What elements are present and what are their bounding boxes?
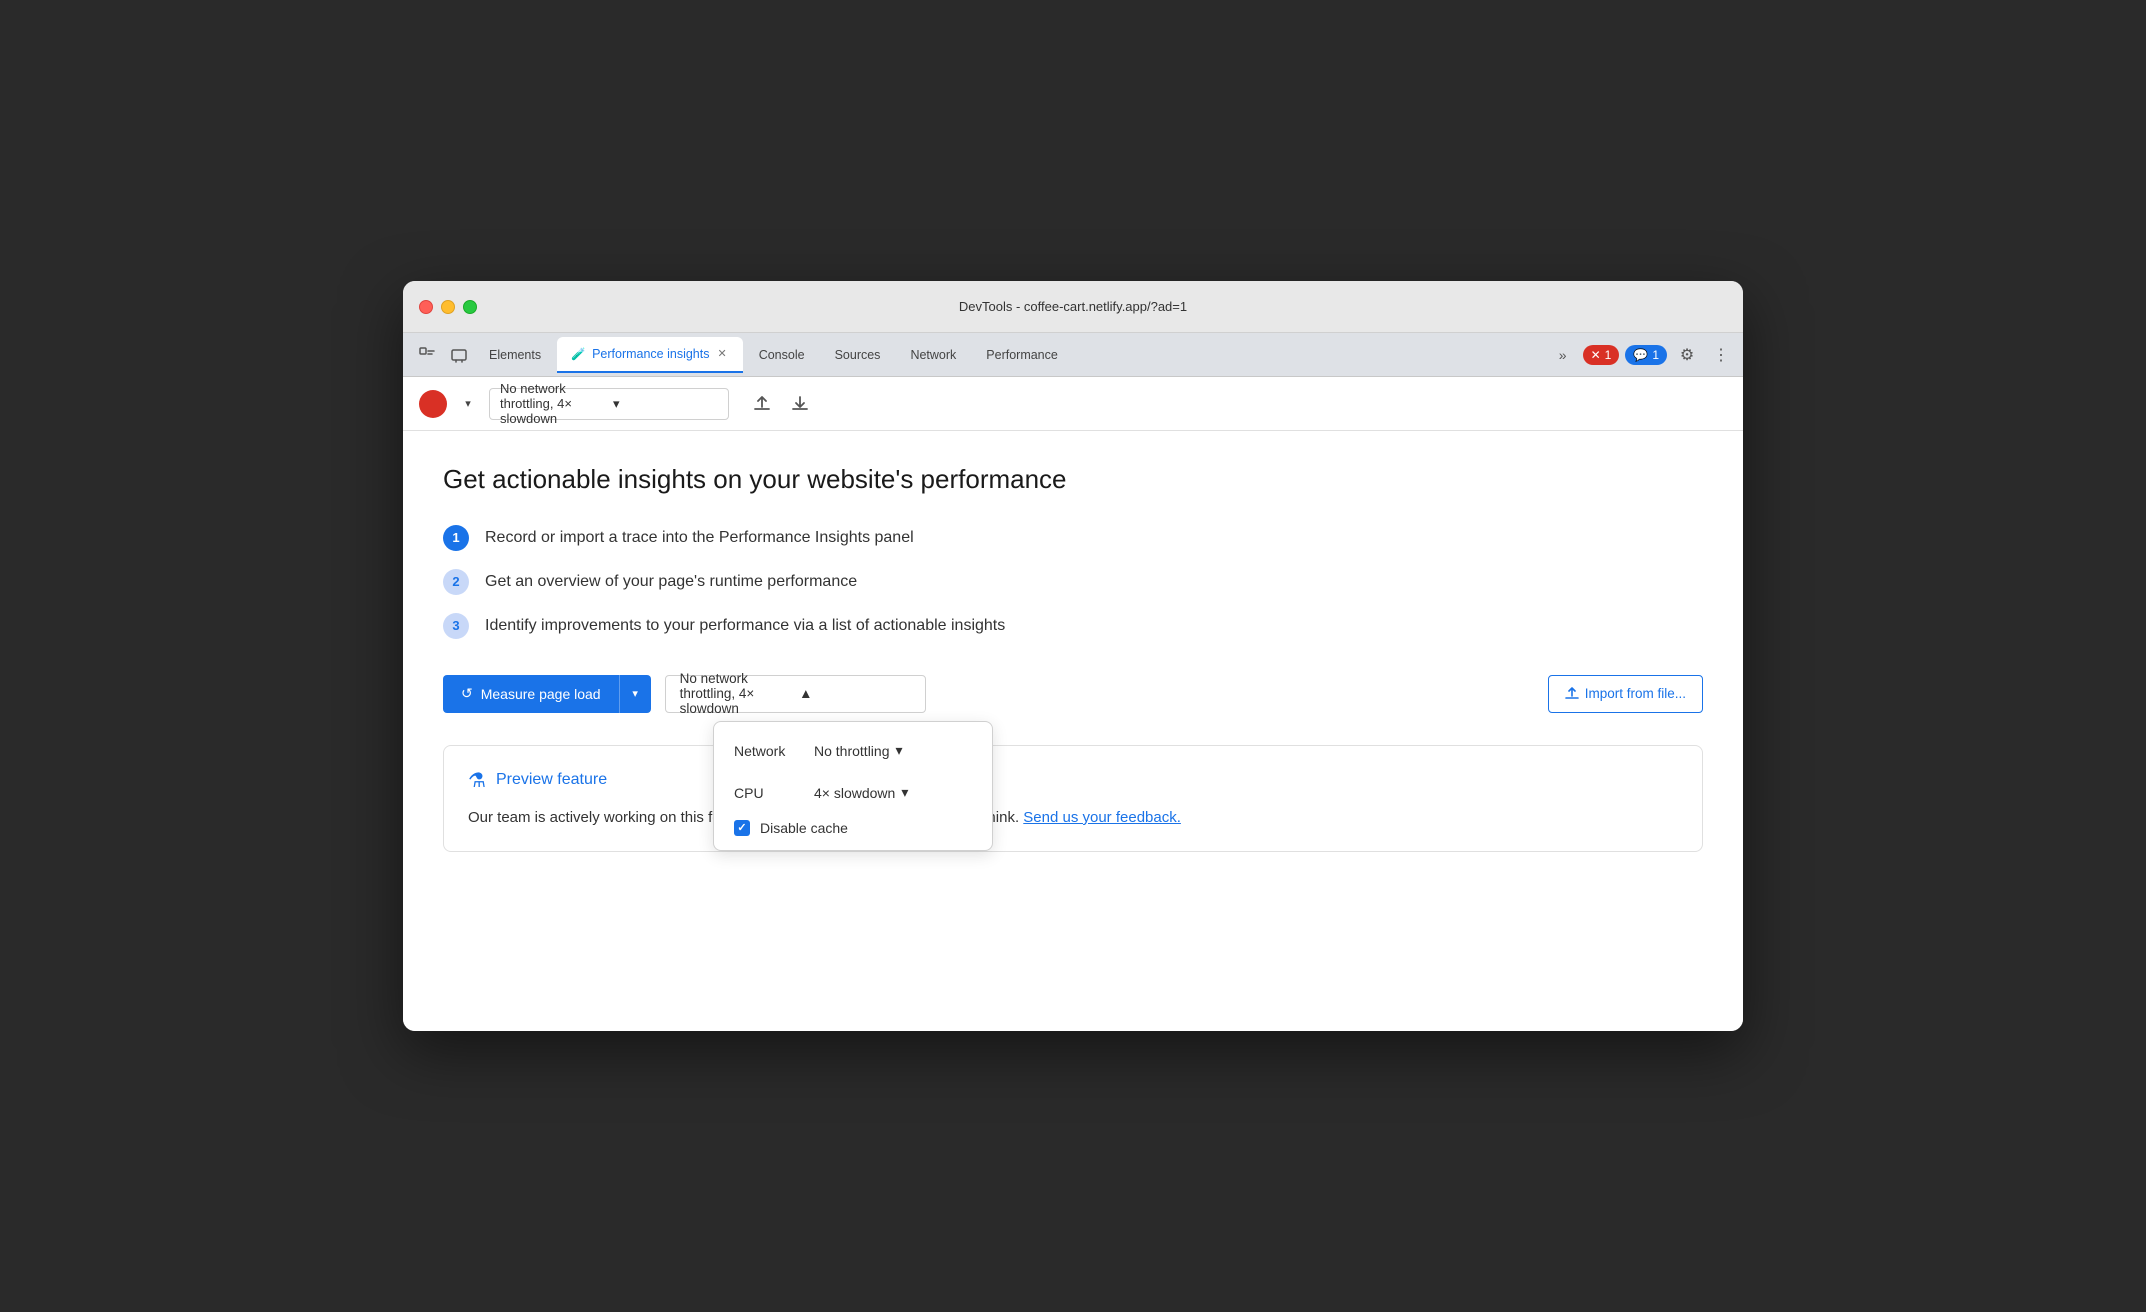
tab-performance[interactable]: Performance <box>972 337 1072 373</box>
tab-network[interactable]: Network <box>896 337 970 373</box>
tab-elements[interactable]: Elements <box>475 337 555 373</box>
tab-close-icon[interactable]: ✕ <box>715 345 728 362</box>
maximize-button[interactable] <box>463 300 477 314</box>
measure-btn-group: ↺ Measure page load ▾ <box>443 675 651 713</box>
more-button[interactable]: ⋮ <box>1707 341 1735 369</box>
tabs-container: Elements 🧪 Performance insights ✕ Consol… <box>475 337 1549 373</box>
popup-network-label: Network <box>734 743 794 759</box>
traffic-lights <box>419 300 477 314</box>
popup-cpu-chevron-icon: ▾ <box>901 784 908 801</box>
disable-cache-label: Disable cache <box>760 820 848 836</box>
step-text-2: Get an overview of your page's runtime p… <box>485 573 857 591</box>
popup-network-row: Network No throttling ▾ <box>734 736 972 766</box>
network-dropdown-chevron-icon: ▲ <box>799 686 911 701</box>
error-badge[interactable]: ✕ 1 <box>1583 345 1620 365</box>
popup-disable-cache-row: Disable cache <box>734 820 972 836</box>
info-count: 1 <box>1652 348 1659 362</box>
step-text-1: Record or import a trace into the Perfor… <box>485 529 914 547</box>
tabbar: Elements 🧪 Performance insights ✕ Consol… <box>403 333 1743 377</box>
beaker-icon: ⚗ <box>468 768 486 793</box>
feedback-link[interactable]: Send us your feedback. <box>1023 809 1181 826</box>
record-dropdown-button[interactable]: ▾ <box>457 390 479 418</box>
step-number-3: 3 <box>443 613 469 639</box>
throttle-popup: Network No throttling ▾ CPU 4× slowdown … <box>713 721 993 851</box>
error-icon: ✕ <box>1591 348 1601 362</box>
chat-icon: 💬 <box>1633 348 1648 362</box>
tab-sources[interactable]: Sources <box>821 337 895 373</box>
record-button[interactable] <box>419 390 447 418</box>
devtools-window: DevTools - coffee-cart.netlify.app/?ad=1… <box>403 281 1743 1031</box>
step-number-2: 2 <box>443 569 469 595</box>
steps-list: 1 Record or import a trace into the Perf… <box>443 525 1703 639</box>
tabs-right: » ✕ 1 💬 1 ⚙ ⋮ <box>1549 341 1735 369</box>
preview-card: ⚗ Preview feature Our team is actively w… <box>443 745 1703 853</box>
info-badge[interactable]: 💬 1 <box>1625 345 1667 365</box>
popup-cpu-label: CPU <box>734 785 794 801</box>
measure-dropdown-button[interactable]: ▾ <box>619 675 651 713</box>
preview-title: Preview feature <box>496 771 607 789</box>
throttle-chevron-icon: ▾ <box>613 396 718 412</box>
more-tabs-button[interactable]: » <box>1549 341 1577 369</box>
network-dropdown-label: No network throttling, 4× slowdown <box>680 671 792 716</box>
toolbar: ▾ No network throttling, 4× slowdown ▾ <box>403 377 1743 431</box>
import-btn-label: Import from file... <box>1585 686 1686 701</box>
main-content: Get actionable insights on your website'… <box>403 431 1743 1031</box>
disable-cache-checkbox[interactable] <box>734 820 750 836</box>
step-item-1: 1 Record or import a trace into the Perf… <box>443 525 1703 551</box>
inspect-icon[interactable] <box>411 339 443 371</box>
preview-text: Our team is actively working on this fea… <box>468 807 1678 830</box>
step-item-2: 2 Get an overview of your page's runtime… <box>443 569 1703 595</box>
throttle-select-toolbar[interactable]: No network throttling, 4× slowdown ▾ <box>489 388 729 420</box>
popup-cpu-value: 4× slowdown <box>814 785 895 801</box>
page-title: Get actionable insights on your website'… <box>443 463 1703 497</box>
upload-button[interactable] <box>747 389 777 419</box>
minimize-button[interactable] <box>441 300 455 314</box>
popup-network-select[interactable]: No throttling ▾ <box>806 736 911 766</box>
popup-network-value: No throttling <box>814 743 889 759</box>
settings-button[interactable]: ⚙ <box>1673 341 1701 369</box>
popup-network-chevron-icon: ▾ <box>895 742 902 759</box>
network-throttle-dropdown[interactable]: No network throttling, 4× slowdown ▲ <box>665 675 926 713</box>
preview-header: ⚗ Preview feature <box>468 768 1678 793</box>
beaker-icon: 🧪 <box>571 347 586 361</box>
tab-performance-insights[interactable]: 🧪 Performance insights ✕ <box>557 337 743 373</box>
throttle-label: No network throttling, 4× slowdown <box>500 381 605 426</box>
close-button[interactable] <box>419 300 433 314</box>
download-button[interactable] <box>785 389 815 419</box>
error-count: 1 <box>1605 348 1612 362</box>
tab-console[interactable]: Console <box>745 337 819 373</box>
toolbar-actions <box>747 389 815 419</box>
step-number-1: 1 <box>443 525 469 551</box>
device-icon[interactable] <box>443 339 475 371</box>
step-text-3: Identify improvements to your performanc… <box>485 617 1005 635</box>
step-item-3: 3 Identify improvements to your performa… <box>443 613 1703 639</box>
popup-cpu-row: CPU 4× slowdown ▾ <box>734 778 972 808</box>
titlebar: DevTools - coffee-cart.netlify.app/?ad=1 <box>403 281 1743 333</box>
action-row: ↺ Measure page load ▾ No network throttl… <box>443 675 1703 713</box>
refresh-icon: ↺ <box>461 685 473 702</box>
popup-cpu-select[interactable]: 4× slowdown ▾ <box>806 778 916 808</box>
import-from-file-button[interactable]: Import from file... <box>1548 675 1703 713</box>
window-title: DevTools - coffee-cart.netlify.app/?ad=1 <box>959 299 1187 314</box>
measure-page-load-button[interactable]: ↺ Measure page load <box>443 675 619 713</box>
